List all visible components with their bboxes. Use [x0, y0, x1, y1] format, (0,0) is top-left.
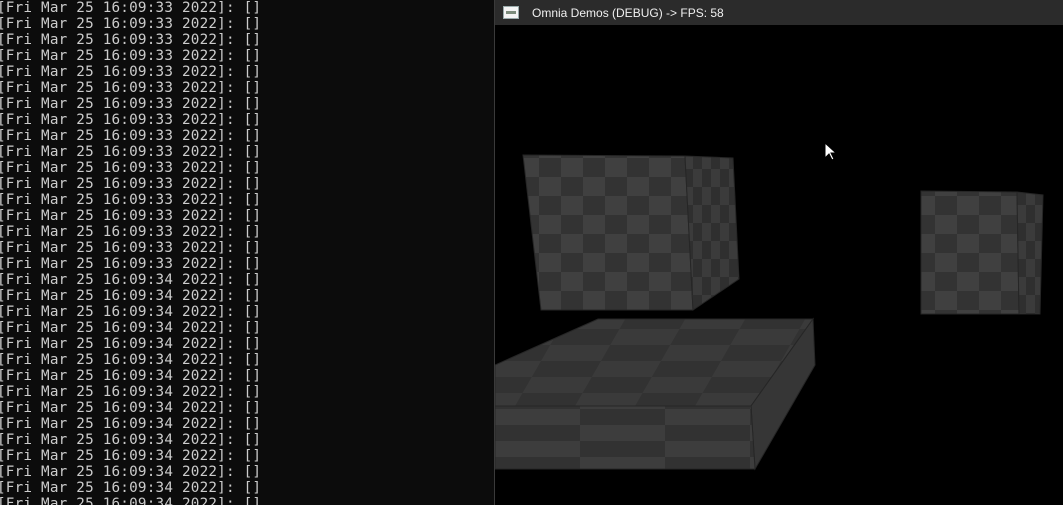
console-line: [Fri Mar 25 16:09:34 2022]: [] — [0, 336, 262, 352]
console-line: [Fri Mar 25 16:09:33 2022]: [] — [0, 240, 262, 256]
render-viewport[interactable] — [495, 25, 1063, 505]
console-line: [Fri Mar 25 16:09:33 2022]: [] — [0, 64, 262, 80]
console-line: [Fri Mar 25 16:09:33 2022]: [] — [0, 160, 262, 176]
console-line: [Fri Mar 25 16:09:34 2022]: [] — [0, 448, 262, 464]
window-title: Omnia Demos (DEBUG) -> FPS: 58 — [532, 5, 724, 20]
console-line: [Fri Mar 25 16:09:33 2022]: [] — [0, 32, 262, 48]
console-line: [Fri Mar 25 16:09:33 2022]: [] — [0, 176, 262, 192]
console-line: [Fri Mar 25 16:09:34 2022]: [] — [0, 320, 262, 336]
checkered-cube-left — [522, 154, 740, 311]
console-line: [Fri Mar 25 16:09:34 2022]: [] — [0, 496, 262, 505]
console-line: [Fri Mar 25 16:09:34 2022]: [] — [0, 288, 262, 304]
console-line: [Fri Mar 25 16:09:33 2022]: [] — [0, 48, 262, 64]
console-line: [Fri Mar 25 16:09:34 2022]: [] — [0, 480, 262, 496]
console-line: [Fri Mar 25 16:09:33 2022]: [] — [0, 112, 262, 128]
console-line: [Fri Mar 25 16:09:33 2022]: [] — [0, 80, 262, 96]
console-line: [Fri Mar 25 16:09:33 2022]: [] — [0, 128, 262, 144]
console-line: [Fri Mar 25 16:09:33 2022]: [] — [0, 0, 262, 16]
console-line: [Fri Mar 25 16:09:34 2022]: [] — [0, 432, 262, 448]
demo-window[interactable]: Omnia Demos (DEBUG) -> FPS: 58 — [495, 0, 1063, 505]
console-line: [Fri Mar 25 16:09:34 2022]: [] — [0, 464, 262, 480]
console-line: [Fri Mar 25 16:09:34 2022]: [] — [0, 384, 262, 400]
app-icon[interactable] — [503, 6, 519, 19]
console-line: [Fri Mar 25 16:09:33 2022]: [] — [0, 224, 262, 240]
console-line: [Fri Mar 25 16:09:34 2022]: [] — [0, 352, 262, 368]
console-line: [Fri Mar 25 16:09:33 2022]: [] — [0, 208, 262, 224]
console-line: [Fri Mar 25 16:09:33 2022]: [] — [0, 144, 262, 160]
console-line: [Fri Mar 25 16:09:34 2022]: [] — [0, 304, 262, 320]
console-output: [Fri Mar 25 16:09:33 2022]: [] [Fri Mar 2… — [0, 0, 494, 505]
console-line: [Fri Mar 25 16:09:34 2022]: [] — [0, 400, 262, 416]
console-line: [Fri Mar 25 16:09:33 2022]: [] — [0, 192, 262, 208]
titlebar[interactable]: Omnia Demos (DEBUG) -> FPS: 58 — [495, 0, 1063, 25]
console-line: [Fri Mar 25 16:09:34 2022]: [] — [0, 272, 262, 288]
console-line: [Fri Mar 25 16:09:34 2022]: [] — [0, 416, 262, 432]
console-line: [Fri Mar 25 16:09:33 2022]: [] — [0, 96, 262, 112]
console-line: [Fri Mar 25 16:09:33 2022]: [] — [0, 16, 262, 32]
scene-canvas — [495, 141, 1044, 471]
console-line: [Fri Mar 25 16:09:34 2022]: [] — [0, 368, 262, 384]
mouse-pointer-icon — [824, 141, 838, 161]
checkered-slab — [495, 317, 816, 471]
checkered-cube-right — [920, 190, 1044, 315]
console-window[interactable]: [Fri Mar 25 16:09:33 2022]: [] [Fri Mar 2… — [0, 0, 494, 505]
console-line: [Fri Mar 25 16:09:33 2022]: [] — [0, 256, 262, 272]
